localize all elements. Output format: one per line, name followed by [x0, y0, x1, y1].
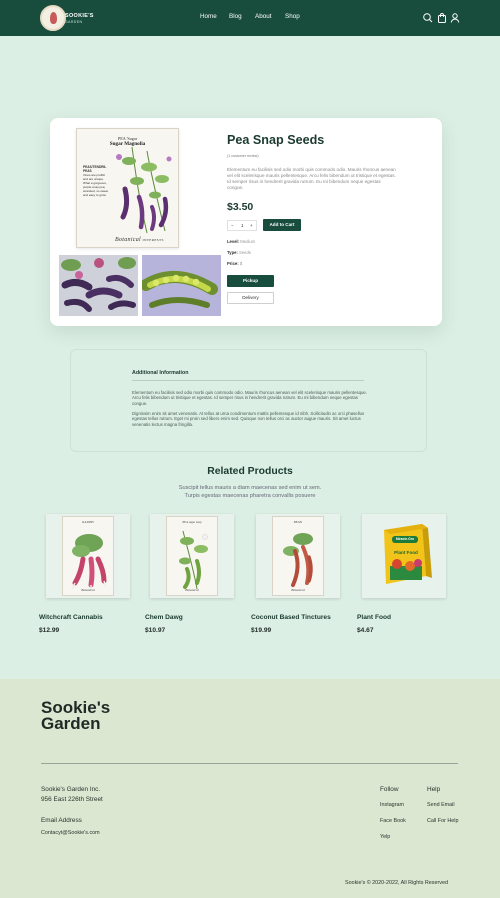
site-header: SOOKIE'S GARDEN Home Blog About Shop [0, 0, 500, 36]
pea-illustration [179, 530, 208, 590]
level-attribute: Level: Medium [227, 239, 255, 244]
plant-food-box-brand: Miracle-Gro [395, 537, 415, 541]
quantity-increase-button[interactable]: + [250, 223, 253, 228]
related-product-image-4[interactable]: Miracle-Gro Plant Food [362, 514, 446, 598]
footer-brand: Sookie's Garden [41, 699, 110, 733]
product-title: Pea Snap Seeds [227, 133, 325, 147]
related-subtitle-line-2: Turpis egestas maecenas pharetra convall… [184, 493, 316, 500]
related-product-price-2: $10.97 [145, 627, 166, 634]
footer-address: 956 East 226th Street [41, 796, 103, 803]
footer-link-facebook[interactable]: Face Book [380, 818, 406, 824]
related-product-name-3[interactable]: Coconut Based Tinctures [251, 614, 331, 621]
quantity-decrease-button[interactable]: − [231, 223, 234, 228]
bean-illustration [283, 533, 313, 587]
pea-illustration [116, 146, 172, 234]
radish-illustration [71, 534, 107, 591]
search-icon[interactable] [422, 11, 434, 23]
packet-brand-small: INTERESTS [142, 238, 164, 242]
footer-link-yelp[interactable]: Yelp [380, 834, 390, 840]
type-value: Seeds [239, 250, 251, 255]
related-product-image-1[interactable]: RADISH Botanical [46, 514, 130, 598]
logo-icon[interactable] [40, 5, 66, 31]
nav-shop[interactable]: Shop [285, 13, 300, 20]
add-to-cart-button[interactable]: Add to Cart [263, 219, 301, 231]
packet-brand: Botanical [185, 588, 199, 592]
packet-brand-script: Botanical [115, 237, 142, 243]
plant-food-box [384, 524, 432, 584]
divider [132, 380, 364, 381]
product-main-image[interactable]: PEA 'Sugar Sugar Magnolia PEAS/TENDRIL P… [76, 128, 179, 248]
nav-home[interactable]: Home [200, 13, 217, 20]
related-product-image-3[interactable]: BEAN Botanical [256, 514, 340, 598]
footer-brand-line-2: Garden [41, 714, 101, 733]
seed-packet: PEA sugar snap Botanical [166, 516, 218, 596]
product-description: Elementum eu facilisis sed odio morbi qu… [227, 167, 396, 190]
nav-blog[interactable]: Blog [229, 13, 242, 20]
quantity-value[interactable]: 1 [241, 223, 244, 228]
pickup-button[interactable]: Pickup [227, 275, 274, 287]
logo-text[interactable]: SOOKIE'S [65, 13, 94, 19]
additional-info-paragraph-1: Elementum eu facilisis sed odio morbi qu… [132, 390, 368, 406]
quantity-stepper[interactable]: − 1 + [227, 220, 257, 231]
product-reviews-link[interactable]: (1 customer review) [227, 154, 259, 158]
footer-link-send-email[interactable]: Send Email [427, 802, 455, 808]
seed-packet: BEAN Botanical [272, 516, 324, 596]
related-product-name-4[interactable]: Plant Food [357, 614, 391, 621]
footer-follow-title: Follow [380, 786, 399, 793]
level-value: Medium [240, 239, 256, 244]
type-attribute: Type: Seeds [227, 250, 251, 255]
cart-icon[interactable] [436, 11, 448, 23]
related-products-subtitle: Suscipit tellus mauris a diam maecenas s… [0, 484, 500, 501]
packet-brand: Botanical INTERESTS [115, 237, 164, 243]
related-subtitle-line-1: Suscipit tellus mauris a diam maecenas s… [178, 485, 322, 491]
price-attr-value: $ [239, 261, 243, 266]
product-price: $3.50 [227, 201, 254, 213]
pea-pods-photo [59, 255, 138, 316]
price-attribute: Price: $ [227, 261, 242, 266]
nav-about[interactable]: About [255, 13, 271, 20]
footer-divider [41, 763, 458, 764]
related-product-image-2[interactable]: PEA sugar snap Botanical [150, 514, 234, 598]
product-thumbnail-2[interactable] [142, 255, 221, 316]
related-product-price-3: $19.99 [251, 627, 272, 634]
footer-link-instagram[interactable]: Instagram [380, 802, 404, 808]
type-label: Type: [227, 250, 238, 255]
seed-packet: RADISH Botanical [62, 516, 114, 596]
related-product-price-1: $12.99 [39, 627, 60, 634]
packet-brand: Botanical [291, 588, 305, 592]
additional-info-title: Additional Information [132, 370, 189, 376]
related-product-name-2[interactable]: Chem Dawg [145, 614, 183, 621]
packet-brand: Botanical [81, 588, 95, 592]
footer-company: Sookie's Garden Inc. [41, 786, 101, 793]
additional-info-paragraph-2: Dignissim enim sit amet venenatis. At te… [132, 411, 365, 427]
footer-link-call-help[interactable]: Call For Help [427, 818, 458, 824]
footer-help-title: Help [427, 786, 441, 793]
related-product-name-1[interactable]: Witchcraft Cannabis [39, 614, 103, 621]
product-thumbnail-1[interactable] [59, 255, 138, 316]
plant-food-box-title: Plant Food [394, 550, 418, 555]
delivery-button[interactable]: Delivery [227, 292, 274, 304]
price-label: Price: [227, 261, 239, 266]
logo-subtext: GARDEN [65, 20, 83, 24]
footer-email-link[interactable]: Contacyt@Sookie's.com [41, 830, 100, 836]
open-pea-pod-photo [142, 255, 221, 316]
related-product-price-4: $4.67 [357, 627, 374, 634]
user-icon[interactable] [449, 11, 461, 23]
related-products-title: Related Products [207, 466, 293, 477]
level-label: Level: [227, 239, 240, 244]
footer-email-label: Email Address [41, 817, 82, 824]
footer-copyright: Sookie's © 2020-2022, All Rights Reserve… [345, 880, 448, 886]
